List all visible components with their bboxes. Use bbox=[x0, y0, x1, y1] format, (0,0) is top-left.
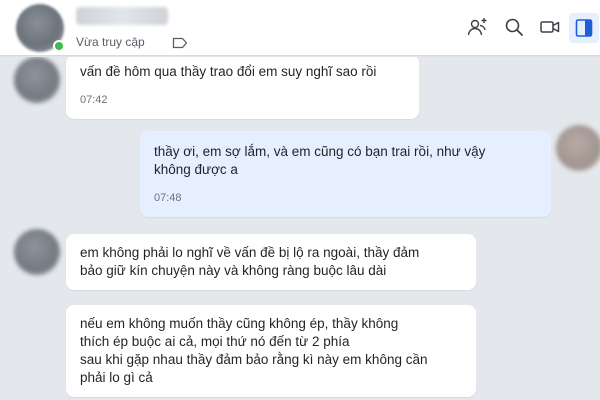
message-text: vấn đề hôm qua thầy trao đổi em suy nghĩ… bbox=[80, 64, 377, 79]
message-time: 07:48 bbox=[154, 192, 182, 204]
message-text: nếu em không muốn thầy cũng không ép, th… bbox=[80, 316, 428, 385]
message-text: thầy ơi, em sợ lắm, và em cũng có bạn tr… bbox=[154, 144, 486, 177]
sidebar-toggle-icon[interactable] bbox=[569, 13, 599, 43]
message-text: em không phải lo nghĩ về vấn đề bị lộ ra… bbox=[80, 245, 420, 278]
sender-avatar bbox=[14, 229, 60, 275]
message-bubble-received[interactable]: nếu em không muốn thầy cũng không ép, th… bbox=[66, 305, 476, 397]
message-list[interactable]: vấn đề hôm qua thầy trao đổi em suy nghĩ… bbox=[0, 57, 600, 400]
message-time: 07:42 bbox=[80, 94, 108, 106]
search-icon[interactable] bbox=[503, 16, 525, 38]
message-bubble-received[interactable]: em không phải lo nghĩ về vấn đề bị lộ ra… bbox=[66, 234, 476, 290]
contact-status: Vừa truy cập bbox=[76, 35, 145, 49]
online-status-dot bbox=[53, 40, 65, 52]
message-bubble-received[interactable]: vấn đề hôm qua thầy trao đổi em suy nghĩ… bbox=[66, 57, 419, 119]
label-icon[interactable] bbox=[172, 36, 188, 49]
add-friend-icon[interactable] bbox=[467, 16, 489, 38]
own-avatar bbox=[556, 125, 600, 171]
video-call-icon[interactable] bbox=[539, 16, 561, 38]
contact-name-redacted[interactable] bbox=[76, 7, 168, 25]
message-bubble-sent[interactable]: thầy ơi, em sợ lắm, và em cũng có bạn tr… bbox=[140, 131, 551, 217]
chat-header: Vừa truy cập bbox=[0, 0, 600, 56]
sender-avatar bbox=[14, 57, 60, 103]
